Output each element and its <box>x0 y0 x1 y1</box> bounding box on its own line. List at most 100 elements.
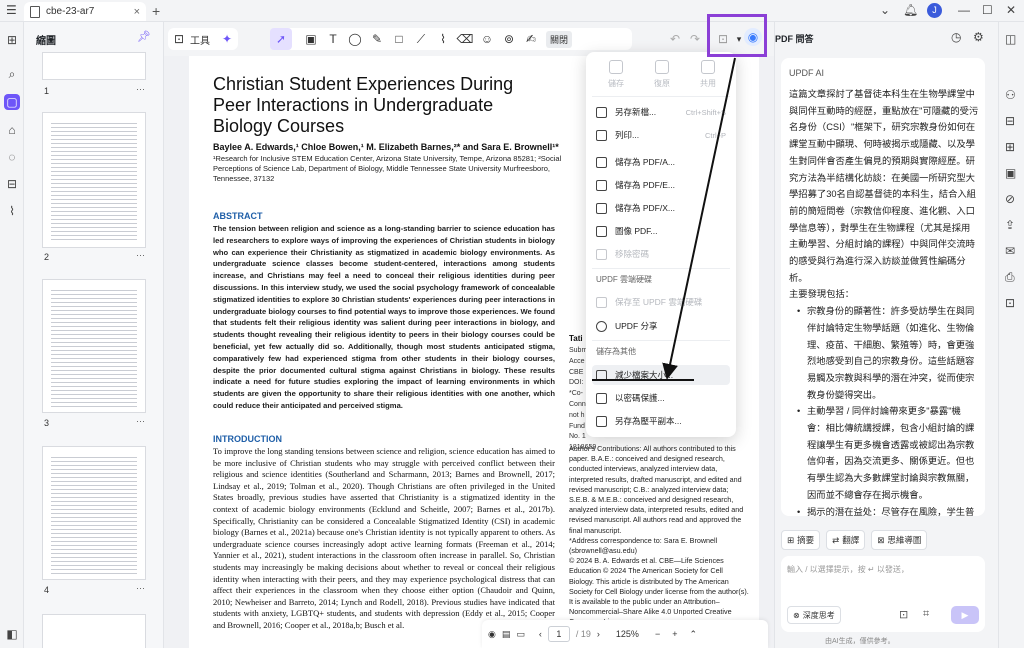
more-icon[interactable]: ··· <box>136 250 145 260</box>
pdfx-icon <box>596 202 607 214</box>
thumbnail-page-2[interactable] <box>42 112 146 248</box>
text-box-icon[interactable]: ▣ <box>300 28 322 50</box>
minimize-icon[interactable]: — <box>958 3 970 17</box>
layers-icon[interactable]: ◧ <box>4 626 20 642</box>
page-number-input[interactable]: 1 <box>547 626 570 642</box>
history-icon[interactable]: ◷ <box>951 30 961 44</box>
unlock-icon <box>596 248 607 260</box>
summary-button[interactable]: ⊞ 摘要 <box>781 530 821 550</box>
save-pdfe-item[interactable]: 儲存為 PDF/E... <box>592 175 730 195</box>
ai-icon[interactable]: ⚇ <box>1005 88 1016 102</box>
save-pdfa-item[interactable]: 儲存為 PDF/A... <box>592 152 730 172</box>
translate-button[interactable]: ⇄ 翻譯 <box>826 530 866 550</box>
undo-icon[interactable]: ↶ <box>664 28 686 50</box>
stamp-icon[interactable]: ⊟ <box>4 176 20 192</box>
print-item[interactable]: 列印... Ctrl+P <box>592 125 730 145</box>
deep-think-button[interactable]: ⊗ 深度思考 <box>787 606 841 624</box>
main-toolbar: ⊡ 工具 ✦ ➚ ▣ T ◯ ✎ □ ⟋ ⌇ ⌫ ☺ ⊚ ✍ 關閉 ↶ ↷ ⊡ … <box>164 22 774 56</box>
signature-icon[interactable]: ✍ <box>520 28 542 50</box>
zoom-in-button[interactable]: + <box>672 629 677 639</box>
view-mode-icon[interactable]: ▤ <box>502 629 511 640</box>
menu-icon[interactable]: ☰ <box>6 3 17 17</box>
save-top-button[interactable]: 儲存 <box>596 60 636 89</box>
thumbnail-page-1[interactable] <box>42 52 146 80</box>
export-icon[interactable]: ⊞ <box>1005 140 1015 154</box>
password-protect-item[interactable]: 以密碼保護... <box>592 388 730 408</box>
collapse-nav-icon[interactable]: ⌃ <box>689 629 697 640</box>
next-page-icon[interactable]: › <box>597 629 600 639</box>
search-icon[interactable]: ⌕ <box>4 66 20 82</box>
save-pdfx-item[interactable]: 儲存為 PDF/X... <box>592 198 730 218</box>
print-icon[interactable]: ⎙ <box>1005 270 1015 285</box>
more-icon[interactable]: ··· <box>136 416 145 426</box>
ai-sparkle-icon[interactable]: ✦ <box>216 28 238 50</box>
zoom-level[interactable]: 125% <box>616 629 639 639</box>
attachment-icon[interactable]: ⌇ <box>4 203 20 219</box>
eraser-icon[interactable]: ⌫ <box>454 28 476 50</box>
remove-password-item[interactable]: 移除密碼 <box>592 244 730 264</box>
pin-icon[interactable]: 📌︎ <box>137 30 151 43</box>
close-tools-button[interactable]: 關閉 <box>546 30 573 48</box>
stamp-icon[interactable]: ⊚ <box>498 28 520 50</box>
bookmark-icon[interactable]: ⌂ <box>4 122 20 138</box>
ai-bullet: 揭示的潛在益处：尽管存在風險，学生普遍认为在同伴面前透露宗教身份有其 <box>789 504 979 516</box>
image-pdf-item[interactable]: 圖像 PDF... <box>592 221 730 241</box>
flatten-icon <box>596 415 607 427</box>
ai-prompt-input[interactable]: 輸入 / 以選擇提示，按 ↵ 以發送， ⊗ 深度思考 ⊡ ⌗ ▶ <box>781 556 985 632</box>
shape-icon[interactable]: □ <box>388 28 410 50</box>
ai-panel: PDF 問答 ◷ ⚙ UPDF AI 這篇文章探討了基督徒本科生在生物學課堂中與… <box>774 22 998 648</box>
sticker-icon[interactable]: ☺ <box>476 28 498 50</box>
maximize-icon[interactable]: ☐ <box>982 3 993 17</box>
thumbnails-icon[interactable]: ▢ <box>4 94 20 110</box>
protect-icon[interactable]: ⊘ <box>1005 192 1015 206</box>
settings-icon[interactable]: ⚙ <box>973 30 984 44</box>
intro-heading: INTRODUCTION <box>213 434 282 444</box>
save-as-icon <box>596 106 607 118</box>
share-icon[interactable]: ⇪ <box>1005 218 1015 232</box>
text-icon[interactable]: T <box>322 28 344 50</box>
redo-icon[interactable]: ↷ <box>684 28 706 50</box>
updf-share-item[interactable]: UPDF 分享 <box>592 316 730 336</box>
mindmap-button[interactable]: ⊠ 思維導圖 <box>871 530 928 550</box>
ocr-icon[interactable]: ▣ <box>1005 166 1016 180</box>
more-icon[interactable]: ··· <box>136 84 145 94</box>
tab-close-icon[interactable]: × <box>134 6 140 18</box>
send-button[interactable]: ▶ <box>951 606 979 624</box>
screenshot-icon[interactable]: ⌗ <box>923 608 929 621</box>
image-upload-icon[interactable]: ⊡ <box>899 608 908 621</box>
send-email-icon[interactable]: ✉ <box>1005 244 1015 258</box>
save-flatten-item[interactable]: 另存為壓平副本... <box>592 411 730 431</box>
bell-icon[interactable]: 🔔︎ <box>903 3 918 17</box>
more-icon[interactable]: ··· <box>136 583 145 593</box>
comment-nav-icon[interactable]: ▭ <box>516 629 525 640</box>
comment-icon[interactable]: ◯ <box>344 28 366 50</box>
prev-page-icon[interactable]: ‹ <box>539 629 542 639</box>
revert-top-button[interactable]: 復原 <box>642 60 682 89</box>
document-tab[interactable]: cbe-23-ar7 × <box>24 2 146 21</box>
zoom-out-button[interactable]: − <box>655 629 660 639</box>
collapse-icon[interactable]: ◉ <box>488 629 496 640</box>
thumbnail-page-5[interactable] <box>42 614 146 648</box>
select-icon[interactable]: ➚ <box>270 28 292 50</box>
ai-chat-icon[interactable]: ◫ <box>1005 32 1016 46</box>
save-as-item[interactable]: 另存新檔... Ctrl+Shift+S <box>592 102 730 122</box>
share-top-button[interactable]: 共用 <box>688 60 728 89</box>
attach-icon[interactable]: ⌇ <box>432 28 454 50</box>
save-to-cloud-item[interactable]: 保存至 UPDF 雲端硬碟 <box>592 292 730 312</box>
close-window-icon[interactable]: ✕ <box>1006 3 1016 17</box>
pen-icon[interactable]: ✎ <box>366 28 388 50</box>
apps-icon[interactable]: ⊞ <box>4 32 20 48</box>
thumbnail-page-4[interactable] <box>42 446 146 580</box>
line-icon[interactable]: ⟋ <box>410 28 432 50</box>
save-icon[interactable]: ⊡ <box>1005 296 1015 310</box>
paper-authors: Baylee A. Edwards,¹ Chloe Bowen,¹ M. Eli… <box>213 142 559 152</box>
new-tab-button[interactable]: + <box>152 3 160 19</box>
chevron-down-icon[interactable]: ⌄ <box>880 3 890 17</box>
tools-button[interactable]: ⊡ 工具 ✦ <box>168 28 238 50</box>
avatar[interactable]: J <box>927 3 942 18</box>
comment-icon[interactable]: ◌ <box>4 149 20 165</box>
page-total: / 19 <box>575 629 591 639</box>
reduce-file-size-item[interactable]: 減少檔案大小... <box>592 365 730 385</box>
thumbnail-page-3[interactable] <box>42 279 146 413</box>
convert-icon[interactable]: ⊟ <box>1005 114 1015 128</box>
